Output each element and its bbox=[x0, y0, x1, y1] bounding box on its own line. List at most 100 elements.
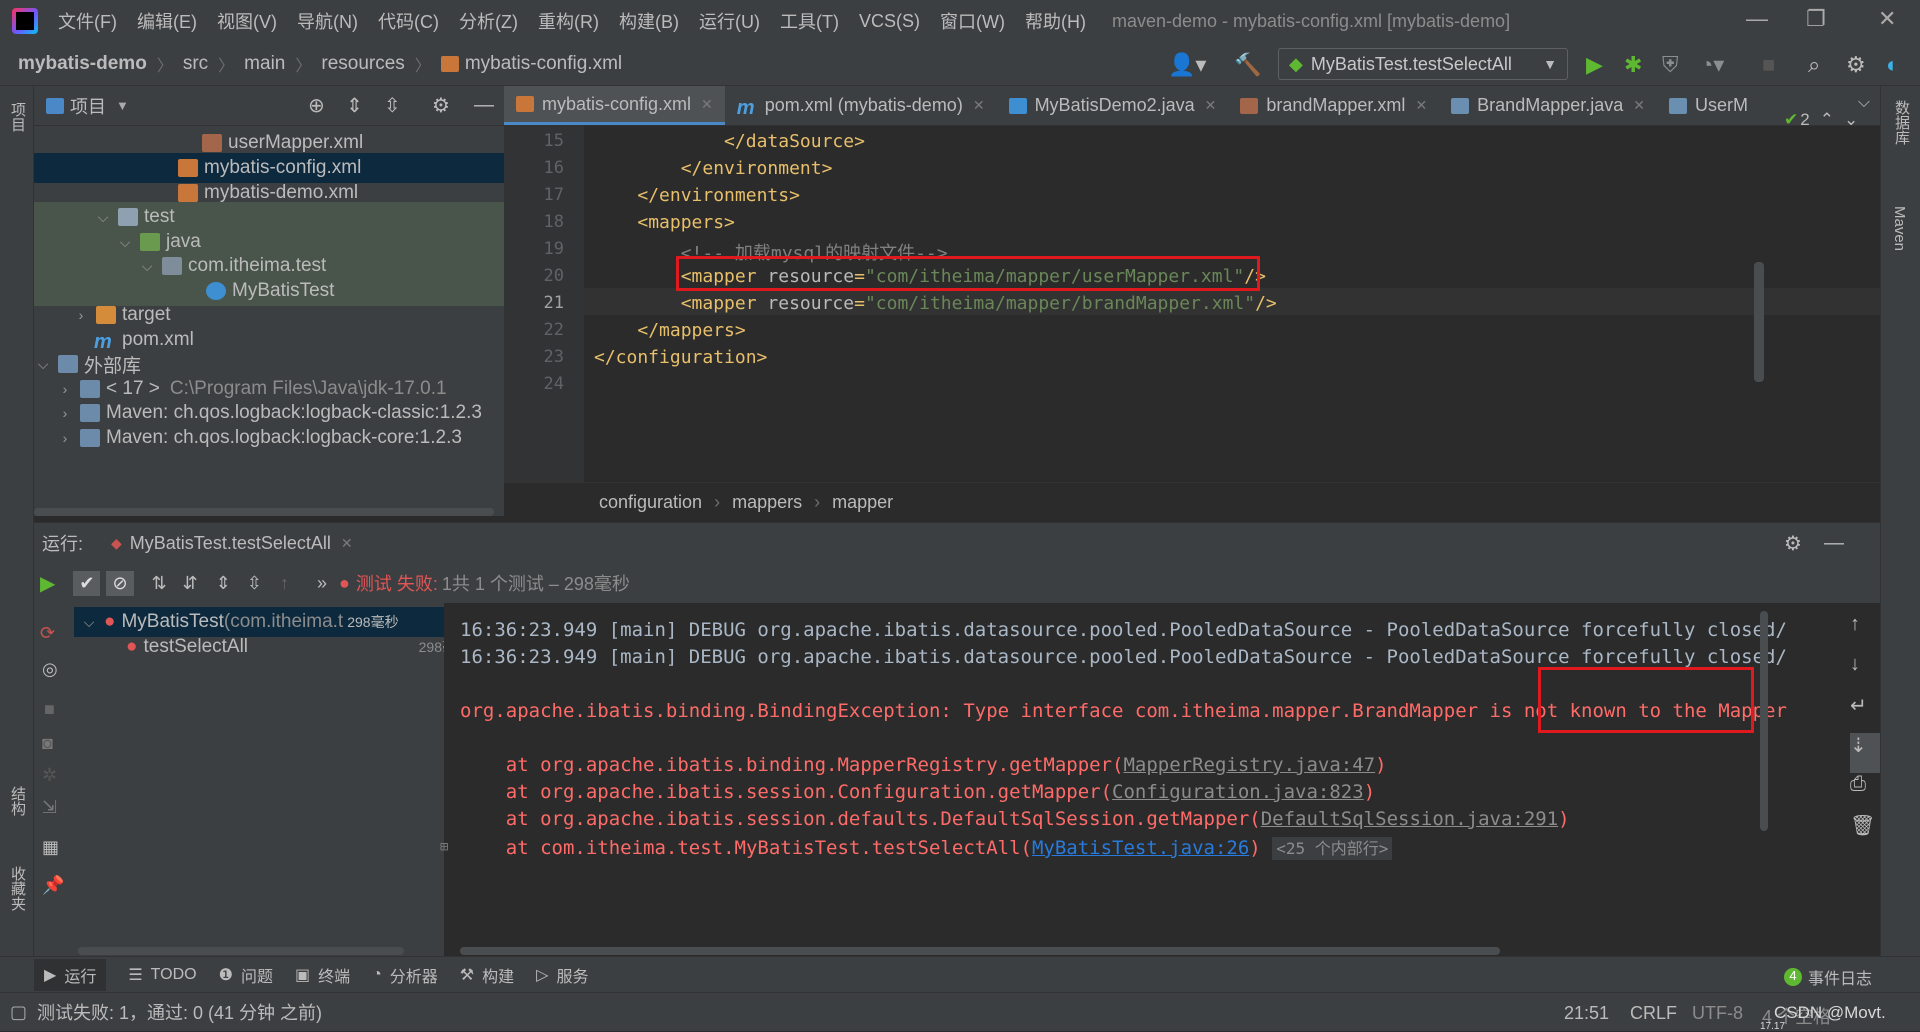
stop-icon[interactable]: ■ bbox=[44, 699, 55, 720]
tab-brandmapper-xml[interactable]: brandMapper.xml ✕ bbox=[1228, 86, 1439, 125]
project-panel-title[interactable]: 项目 bbox=[70, 93, 106, 119]
chevron-down-icon[interactable]: ▼ bbox=[116, 98, 129, 113]
run-configuration-select[interactable]: ◆ MyBatisTest.testSelectAll ▼ bbox=[1278, 48, 1568, 80]
caret-position[interactable]: 21:51 bbox=[1564, 1003, 1609, 1024]
scroll-to-end-icon[interactable]: ⇣ bbox=[1850, 733, 1880, 773]
favorites-tool-label[interactable]: 收藏夹 bbox=[7, 866, 28, 911]
camera-icon[interactable]: ◙ bbox=[42, 733, 53, 754]
tool-run[interactable]: ▶ 运行 bbox=[34, 958, 107, 991]
breadcrumb-main[interactable]: main bbox=[244, 53, 285, 75]
soft-wrap-icon[interactable]: ↵ bbox=[1850, 693, 1880, 733]
menu-run[interactable]: 运行(U) bbox=[689, 8, 770, 34]
chevron-down-icon[interactable]: ⌵ bbox=[80, 614, 98, 631]
sort-duration-icon[interactable]: ⇵ bbox=[183, 573, 198, 594]
close-tab-icon[interactable]: ✕ bbox=[701, 96, 713, 113]
menu-vcs[interactable]: VCS(S) bbox=[849, 11, 930, 32]
breadcrumb-mapper[interactable]: mapper bbox=[832, 492, 893, 513]
arrow-down-icon[interactable]: ↓ bbox=[1850, 653, 1880, 693]
breadcrumb-configuration[interactable]: configuration bbox=[599, 492, 702, 513]
pin-icon[interactable]: 📌 bbox=[42, 875, 64, 896]
tool-todo[interactable]: ☰ TODO bbox=[128, 965, 196, 985]
tool-problems[interactable]: ❶ 问题 bbox=[219, 963, 273, 987]
close-tab-icon[interactable]: ✕ bbox=[341, 535, 353, 552]
horizontal-scrollbar[interactable] bbox=[460, 947, 1500, 955]
chevron-down-icon[interactable]: ⌵ bbox=[1858, 94, 1870, 112]
show-passed-icon[interactable]: ✔ bbox=[73, 570, 101, 596]
show-ignored-icon[interactable]: ⊘ bbox=[106, 570, 134, 596]
tool-build[interactable]: ⚒ 构建 bbox=[460, 963, 514, 987]
collapse-all-icon[interactable]: ⇳ bbox=[384, 93, 401, 118]
settings-gear-icon[interactable]: ⚙ bbox=[1784, 531, 1802, 556]
search-icon[interactable]: ⌕ bbox=[1808, 52, 1820, 78]
menu-tools[interactable]: 工具(T) bbox=[770, 8, 849, 34]
tool-terminal[interactable]: ▣ 终端 bbox=[295, 963, 350, 987]
close-tab-icon[interactable]: ✕ bbox=[1633, 97, 1645, 114]
stack-frame-link[interactable]: MapperRegistry.java:47 bbox=[1123, 754, 1375, 776]
close-tab-icon[interactable]: ✕ bbox=[1205, 97, 1217, 114]
breadcrumb-src[interactable]: src bbox=[183, 53, 208, 75]
chevron-right-icon[interactable]: › bbox=[56, 430, 74, 446]
horizontal-scrollbar[interactable] bbox=[78, 947, 404, 955]
settings-gear-icon[interactable]: ⚙ bbox=[432, 93, 450, 118]
locate-file-icon[interactable]: ⊕ bbox=[308, 93, 325, 118]
console-output[interactable]: 16:36:23.949 [main] DEBUG org.apache.iba… bbox=[440, 603, 1844, 957]
line-separator[interactable]: CRLF bbox=[1630, 1003, 1677, 1024]
horizontal-scrollbar[interactable] bbox=[34, 508, 494, 516]
rerun-failed-icon[interactable]: ⟳ bbox=[40, 623, 55, 644]
expand-all-icon[interactable]: ⇕ bbox=[346, 93, 363, 118]
profile-icon[interactable]: ◔▾ bbox=[1700, 52, 1724, 78]
print-icon[interactable]: ⎙ bbox=[1850, 773, 1880, 813]
close-tab-icon[interactable]: ✕ bbox=[1415, 97, 1427, 114]
build-hammer-icon[interactable]: 🔨 bbox=[1234, 52, 1261, 78]
stack-frame-link[interactable]: Configuration.java:823 bbox=[1112, 781, 1364, 803]
stack-frame-link[interactable]: MyBatisTest.java:26 bbox=[1032, 837, 1249, 859]
chevron-down-icon[interactable]: ⌵ bbox=[138, 258, 156, 275]
structure-tool-label[interactable]: 结构 bbox=[7, 786, 28, 816]
more-icon[interactable]: » bbox=[317, 573, 327, 594]
tab-brandmapper-java[interactable]: BrandMapper.java ✕ bbox=[1439, 86, 1657, 125]
breadcrumb-project[interactable]: mybatis-demo bbox=[18, 53, 147, 75]
maven-tool-label[interactable]: Maven bbox=[1891, 206, 1908, 251]
restore-icon[interactable]: ❐ bbox=[1806, 6, 1826, 32]
tab-mybatis-config-xml[interactable]: mybatis-config.xml ✕ bbox=[504, 86, 725, 125]
sort-alpha-icon[interactable]: ⇅ bbox=[152, 573, 167, 594]
vertical-scrollbar[interactable] bbox=[1760, 611, 1768, 831]
debug-icon[interactable]: ✱ bbox=[1624, 52, 1642, 78]
chevron-down-icon[interactable]: ⌵ bbox=[116, 234, 134, 251]
stack-frame-link[interactable]: DefaultSqlSession.java:291 bbox=[1261, 808, 1558, 830]
chevron-right-icon[interactable]: › bbox=[72, 307, 90, 323]
menu-edit[interactable]: 编辑(E) bbox=[127, 8, 207, 34]
close-tab-icon[interactable]: ✕ bbox=[973, 97, 985, 114]
trash-icon[interactable]: 🗑 bbox=[1850, 813, 1880, 853]
layout-icon[interactable]: ▦ bbox=[42, 837, 59, 858]
menu-analyze[interactable]: 分析(Z) bbox=[449, 8, 528, 34]
menu-build[interactable]: 构建(B) bbox=[609, 8, 689, 34]
gear-icon[interactable]: ✲ bbox=[42, 765, 57, 786]
menu-view[interactable]: 视图(V) bbox=[207, 8, 287, 34]
code-area[interactable]: </dataSource> </environment> </environme… bbox=[584, 126, 1880, 486]
close-icon[interactable]: ✕ bbox=[1878, 6, 1896, 32]
breadcrumb-mappers[interactable]: mappers bbox=[732, 492, 802, 513]
minimize-icon[interactable]: — bbox=[1746, 6, 1768, 32]
toggle-tool-windows-icon[interactable]: ▢ bbox=[10, 1002, 27, 1023]
coverage-icon[interactable]: ⛨ bbox=[1662, 52, 1679, 78]
status-message[interactable]: 测试失败: 1，通过: 0 (41 分钟 之前) bbox=[37, 999, 322, 1025]
hide-panel-icon[interactable]: — bbox=[1824, 532, 1844, 555]
rerun-icon[interactable]: ▶ bbox=[40, 571, 55, 596]
test-case-row[interactable]: ● testSelectAll 298毫秒 bbox=[74, 632, 478, 662]
settings-gear-icon[interactable]: ⚙ bbox=[1846, 52, 1866, 78]
menu-help[interactable]: 帮助(H) bbox=[1015, 8, 1096, 34]
chevron-down-icon[interactable]: ⌵ bbox=[34, 356, 52, 373]
expand-all-icon[interactable]: ⇕ bbox=[216, 573, 231, 594]
tree-item-logback-core[interactable]: › Maven: ch.qos.logback:logback-core:1.2… bbox=[34, 423, 504, 453]
tool-profiler[interactable]: ◔ 分析器 bbox=[372, 963, 438, 987]
menu-code[interactable]: 代码(C) bbox=[368, 8, 449, 34]
hide-panel-icon[interactable]: — bbox=[474, 94, 494, 117]
vertical-scrollbar[interactable] bbox=[1754, 262, 1764, 382]
file-encoding[interactable]: UTF-8 bbox=[1692, 1003, 1743, 1024]
collapse-all-icon[interactable]: ⇳ bbox=[247, 573, 262, 594]
tool-services[interactable]: ▷ 服务 bbox=[536, 963, 588, 987]
chevron-down-icon[interactable]: ⌵ bbox=[94, 209, 112, 226]
menu-navigate[interactable]: 导航(N) bbox=[287, 8, 368, 34]
tab-pom-xml[interactable]: m pom.xml (mybatis-demo) ✕ bbox=[725, 86, 997, 125]
